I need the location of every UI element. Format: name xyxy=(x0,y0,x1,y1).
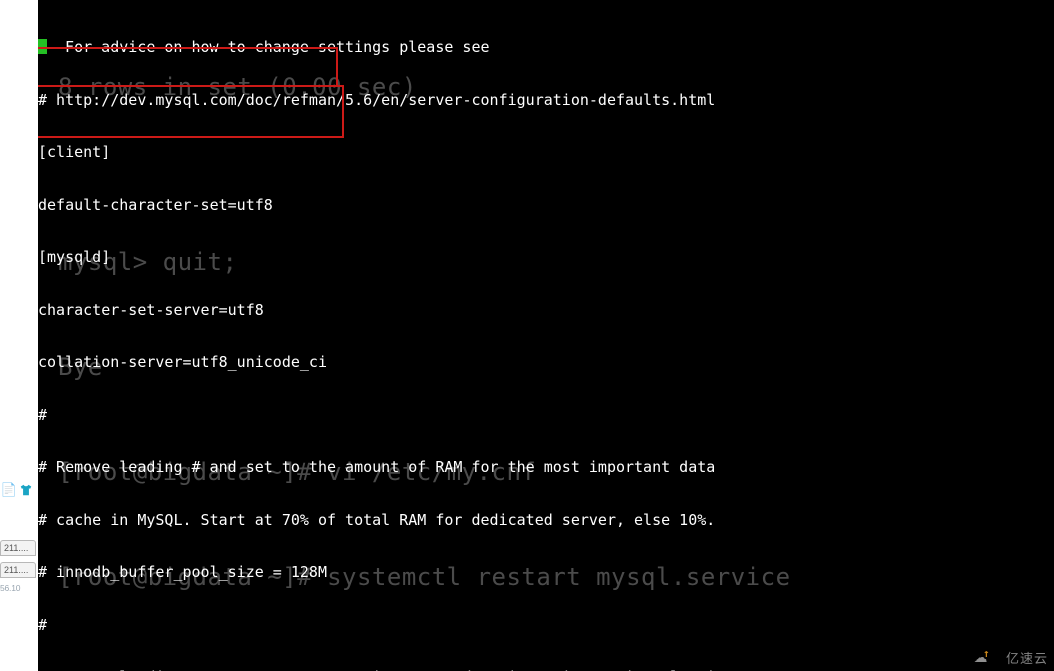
grid-icon[interactable] xyxy=(36,483,50,497)
editor-line: # Remove leading # and set to the amount… xyxy=(38,459,1054,477)
foreground-editor[interactable]: For advice on how to change settings ple… xyxy=(38,0,1054,671)
editor-line: # cache in MySQL. Start at 70% of total … xyxy=(38,512,1054,530)
editor-line: character-set-server=utf8 xyxy=(38,302,1054,320)
editor-line: default-character-set=utf8 xyxy=(38,197,1054,215)
editor-line: # innodb_buffer_pool_size = 128M xyxy=(38,564,1054,582)
document-icon[interactable]: 📄 xyxy=(2,483,16,497)
editor-line: collation-server=utf8_unicode_ci xyxy=(38,354,1054,372)
shirt-icon[interactable] xyxy=(19,483,33,497)
editor-line: # xyxy=(38,617,1054,635)
editor-line: # xyxy=(38,407,1054,425)
watermark: ↑ 亿速云 xyxy=(974,648,1048,667)
left-sidebar: 📄 211.... 211.... 56.10 xyxy=(0,0,38,671)
sidebar-ip-label: 56.10 xyxy=(0,583,20,593)
editor-line: # http://dev.mysql.com/doc/refman/5.6/en… xyxy=(38,92,1054,110)
cursor-block xyxy=(38,39,47,54)
watermark-text: 亿速云 xyxy=(1006,648,1048,667)
session-tab-1[interactable]: 211.... xyxy=(0,540,36,556)
session-tab-2[interactable]: 211.... xyxy=(0,562,36,578)
editor-line: For advice on how to change settings ple… xyxy=(38,39,1054,57)
sidebar-toolbar: 📄 xyxy=(0,482,56,498)
editor-line: [mysqld] xyxy=(38,249,1054,267)
editor-line: [client] xyxy=(38,144,1054,162)
cloud-icon: ↑ xyxy=(974,649,1002,667)
